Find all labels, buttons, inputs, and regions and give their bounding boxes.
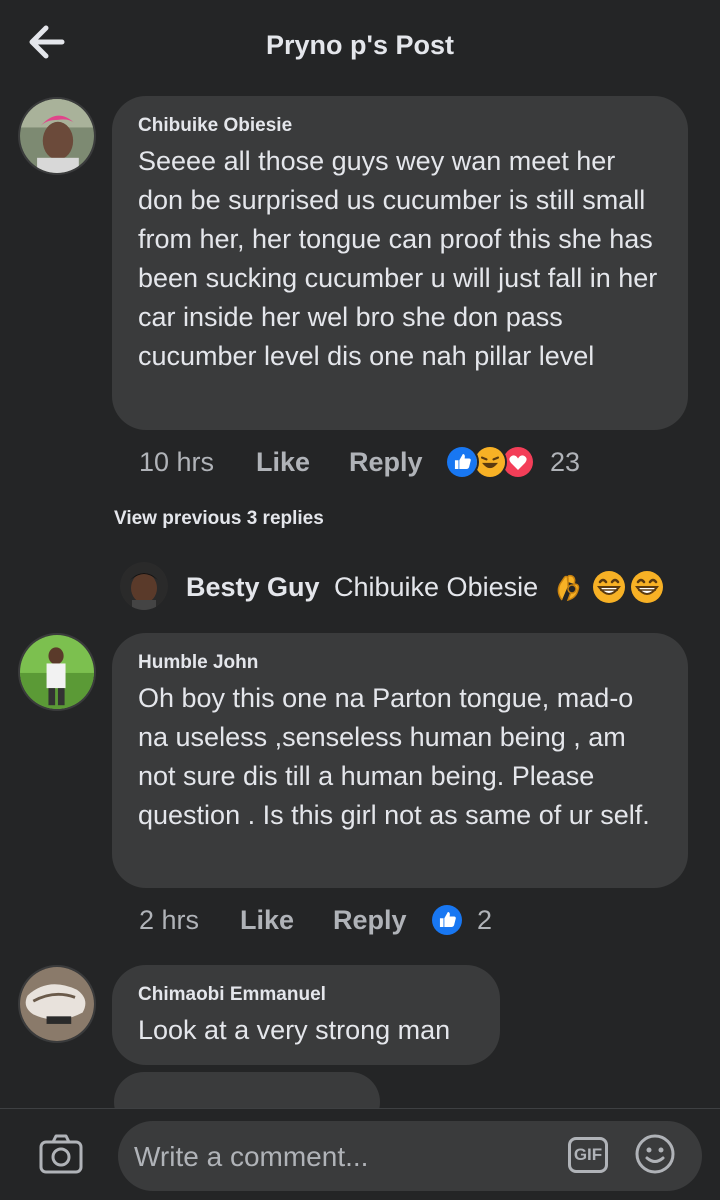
avatar-chimaobi-emmanuel[interactable] [18,965,96,1043]
comment-time: 2 hrs [139,905,200,935]
like-label: Like [256,447,311,477]
comment-text: Seeee all those guys wey wan meet her do… [138,146,658,371]
comment-input-container: GIF [118,1121,702,1193]
reply-button[interactable]: Reply [333,903,407,937]
ok-hand-emoji [552,570,586,604]
comment-author[interactable]: Chimaobi Emmanuel [138,984,326,1006]
reaction-count[interactable]: 2 [477,903,492,937]
grinning-emoji [592,570,626,604]
like-button[interactable]: Like [256,445,310,479]
grinning-emoji [630,570,664,604]
comment-bubble: Humble John Oh boy this one na Parton to… [112,633,688,888]
like-button[interactable]: Like [240,903,294,937]
comment-input[interactable] [132,1121,556,1193]
reply-button[interactable]: Reply [349,445,423,479]
reply-label: Reply [349,447,423,477]
like-label: Like [240,905,295,935]
comment-text: Oh boy this one na Parton tongue, mad-o … [138,683,650,830]
reaction-count[interactable]: 23 [550,445,580,479]
like-reaction-icon [445,445,479,479]
page-title: Pryno p's Post [266,30,454,60]
gif-icon[interactable]: GIF [568,1137,608,1173]
comment-bubble: Chimaobi Emmanuel Look at a very strong … [112,965,500,1065]
comment-time: 10 hrs [139,447,215,477]
reply-label: Reply [333,905,407,935]
comment-author[interactable]: Chibuike Obiesie [138,115,292,137]
avatar-besty-guy [120,562,168,610]
comment-author[interactable]: Humble John [138,652,258,674]
comment-text: Look at a very strong man [138,1015,451,1045]
camera-icon[interactable] [38,1133,84,1175]
reply-text: Chibuike Obiesie [334,572,539,602]
smiley-icon[interactable] [634,1133,676,1175]
like-reaction-icon[interactable] [430,903,464,937]
comment-composer-bar: GIF [0,1108,720,1200]
avatar-chibuike-obiesie[interactable] [18,97,96,175]
view-previous-replies-link[interactable]: View previous 3 replies [114,508,324,530]
avatar-humble-john[interactable] [18,633,96,711]
reply-author: Besty Guy [186,572,320,602]
comment-bubble: Chibuike Obiesie Seeee all those guys we… [112,96,688,430]
post-header: Pryno p's Post [0,0,720,90]
